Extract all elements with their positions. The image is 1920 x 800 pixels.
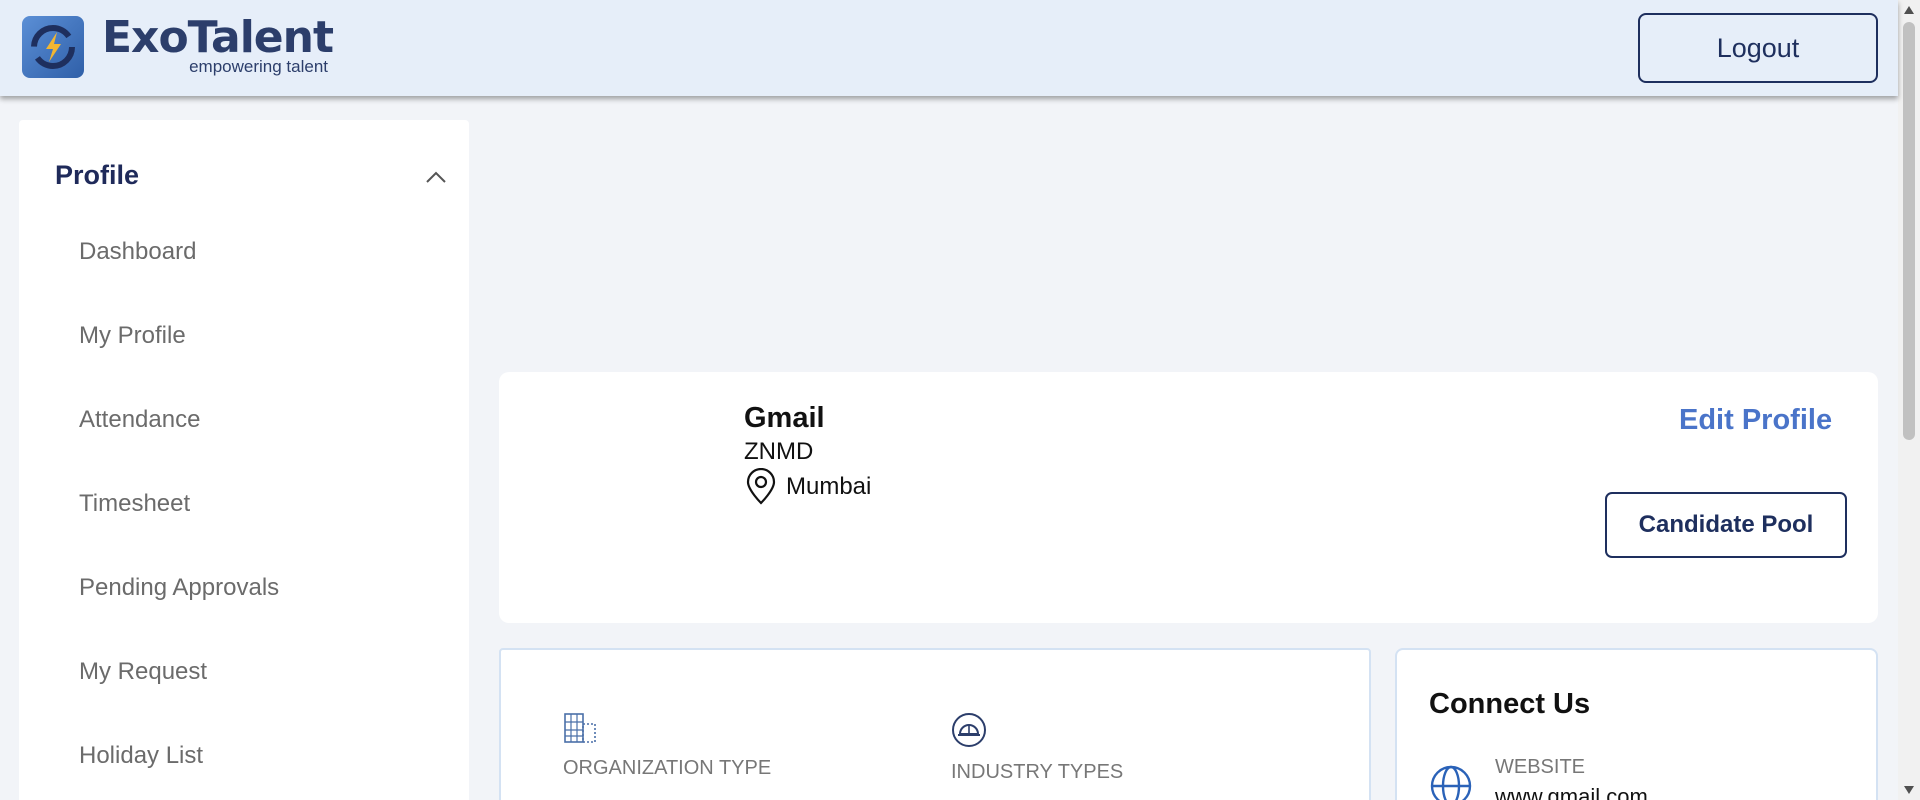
logo[interactable]: ExoTalent empowering talent bbox=[22, 12, 334, 78]
globe-icon bbox=[1430, 765, 1472, 800]
sidebar-item-dashboard[interactable]: Dashboard bbox=[79, 238, 196, 266]
scroll-up-arrow-icon[interactable] bbox=[1903, 4, 1915, 16]
organization-info-card: ORGANIZATION TYPE INDUSTRY TYPES bbox=[499, 648, 1371, 800]
sidebar-section-header[interactable]: Profile bbox=[55, 160, 449, 200]
sidebar-item-my-profile[interactable]: My Profile bbox=[79, 322, 186, 350]
connect-card: Connect Us WEBSITE www.gmail.com bbox=[1395, 648, 1878, 800]
top-header: ExoTalent empowering talent Logout bbox=[0, 0, 1898, 96]
organization-type-label: ORGANIZATION TYPE bbox=[563, 757, 772, 779]
building-icon bbox=[564, 713, 596, 743]
candidate-pool-button[interactable]: Candidate Pool bbox=[1605, 492, 1847, 558]
sidebar-item-timesheet[interactable]: Timesheet bbox=[79, 490, 190, 518]
location-pin-icon bbox=[746, 468, 776, 505]
vertical-scrollbar[interactable] bbox=[1898, 0, 1920, 800]
chevron-up-icon[interactable] bbox=[423, 164, 449, 190]
logo-title: ExoTalent bbox=[102, 12, 334, 63]
sidebar-section-title: Profile bbox=[55, 160, 140, 190]
organization-type-block: ORGANIZATION TYPE bbox=[563, 712, 771, 780]
profile-card: Gmail ZNMD Mumbai Edit Profile Candidate… bbox=[499, 372, 1878, 623]
helmet-icon bbox=[952, 713, 986, 747]
sidebar-item-my-request[interactable]: My Request bbox=[79, 658, 207, 686]
logout-button[interactable]: Logout bbox=[1638, 13, 1878, 83]
sidebar-item-pending-approvals[interactable]: Pending Approvals bbox=[79, 574, 279, 602]
logo-tagline: empowering talent bbox=[189, 57, 328, 76]
sidebar-item-holiday-list[interactable]: Holiday List bbox=[79, 742, 203, 770]
industry-types-label: INDUSTRY TYPES bbox=[951, 761, 1124, 783]
location-text: Mumbai bbox=[786, 473, 872, 500]
industry-types-block: INDUSTRY TYPES bbox=[951, 712, 1123, 784]
company-subtitle: ZNMD bbox=[744, 438, 814, 465]
company-name: Gmail bbox=[744, 402, 825, 434]
website-link[interactable]: www.gmail.com bbox=[1495, 784, 1648, 800]
connect-title: Connect Us bbox=[1429, 688, 1591, 720]
location: Mumbai bbox=[744, 468, 871, 506]
edit-profile-link[interactable]: Edit Profile bbox=[1679, 404, 1832, 437]
website-label: WEBSITE bbox=[1495, 756, 1586, 778]
logo-mark-icon bbox=[22, 16, 84, 78]
sidebar-item-attendance[interactable]: Attendance bbox=[79, 406, 200, 434]
sidebar: Profile Dashboard My Profile Attendance … bbox=[19, 120, 469, 800]
scroll-down-arrow-icon[interactable] bbox=[1903, 784, 1915, 796]
scrollbar-thumb[interactable] bbox=[1903, 22, 1915, 440]
